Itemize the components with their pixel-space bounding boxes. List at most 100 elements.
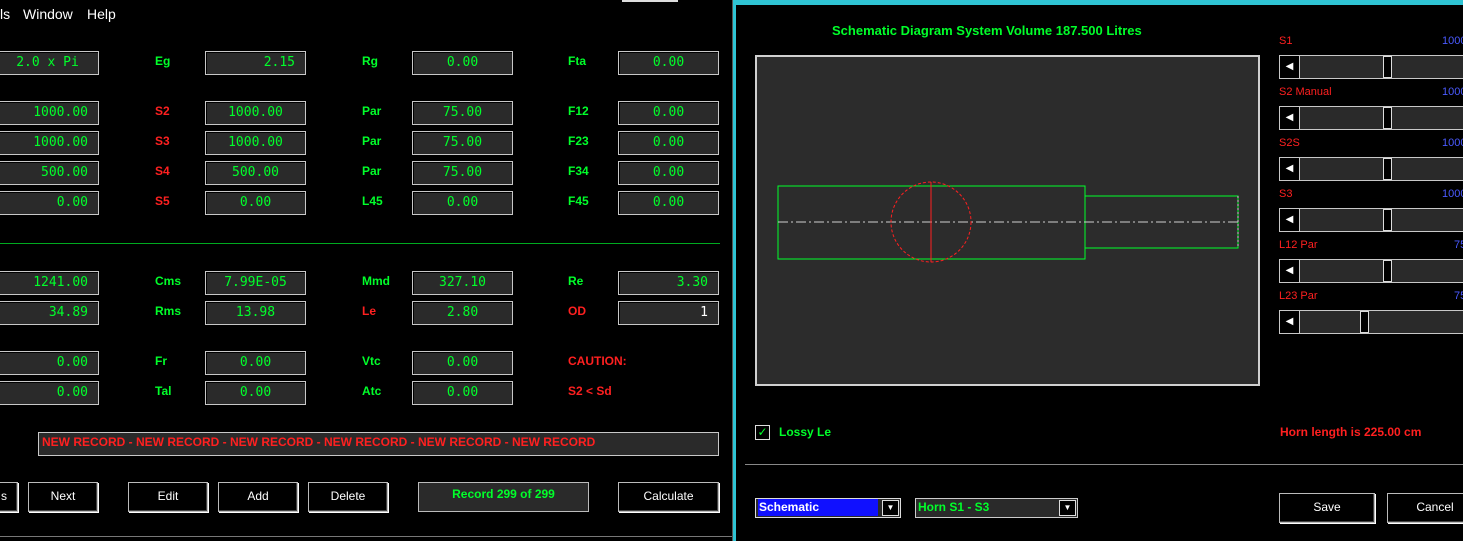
field-rg[interactable]: 0.00: [412, 51, 513, 75]
field-s3-left[interactable]: 500.00: [0, 161, 99, 185]
horn-length-text: Horn length is 225.00 cm: [1280, 425, 1422, 439]
previous-button[interactable]: s: [0, 482, 18, 512]
view-select[interactable]: Schematic ▼: [755, 498, 901, 518]
field-s5[interactable]: 0.00: [205, 191, 306, 215]
left-arrow-icon[interactable]: ◀: [1280, 260, 1300, 282]
slider-thumb[interactable]: [1382, 158, 1392, 180]
checkmark-icon: ✓: [757, 425, 768, 439]
slider-s1[interactable]: ◀: [1279, 55, 1463, 79]
window-bottom-edge: [0, 536, 732, 537]
section-divider: [0, 243, 720, 244]
field-vtc[interactable]: 0.00: [412, 351, 513, 375]
left-arrow-icon[interactable]: ◀: [1280, 158, 1300, 180]
edit-button[interactable]: Edit: [128, 482, 208, 512]
menu-window[interactable]: Window: [23, 6, 73, 22]
chevron-down-icon[interactable]: ▼: [882, 500, 899, 516]
field-vrc[interactable]: 0.00: [0, 351, 99, 375]
record-status-bar: NEW RECORD - NEW RECORD - NEW RECORD - N…: [38, 432, 719, 456]
field-s1[interactable]: 1000.00: [0, 101, 99, 125]
label-f45: F45: [568, 194, 589, 208]
lossy-le-checkbox[interactable]: ✓: [755, 425, 770, 440]
menu-tools[interactable]: ls: [0, 6, 10, 22]
slider-value-l23: 75: [1454, 290, 1463, 302]
field-fta[interactable]: 0.00: [618, 51, 719, 75]
horn-parameters-window: ls Window Help 2.0 x Pi Eg 2.15 Rg 0.00 …: [0, 0, 733, 541]
title-bar-fragment: [622, 0, 678, 2]
slider-thumb[interactable]: [1382, 209, 1392, 231]
menu-help[interactable]: Help: [87, 6, 116, 22]
slider-label-s2: S2 Manual: [1279, 86, 1332, 98]
label-s4: S4: [155, 164, 170, 178]
label-rms: Rms: [155, 304, 182, 318]
field-lrc[interactable]: 0.00: [0, 381, 99, 405]
field-mmd[interactable]: 327.10: [412, 271, 513, 295]
delete-button[interactable]: Delete: [308, 482, 388, 512]
field-tal[interactable]: 0.00: [205, 381, 306, 405]
field-rms[interactable]: 13.98: [205, 301, 306, 325]
field-re[interactable]: 3.30: [618, 271, 719, 295]
field-s2[interactable]: 1000.00: [205, 101, 306, 125]
horn-select[interactable]: Horn S1 - S3 ▼: [915, 498, 1078, 518]
field-f34[interactable]: 0.00: [618, 161, 719, 185]
label-f23: F23: [568, 134, 589, 148]
cancel-button[interactable]: Cancel: [1387, 493, 1463, 523]
field-l45[interactable]: 0.00: [412, 191, 513, 215]
lossy-le-label[interactable]: Lossy Le: [779, 425, 831, 439]
slider-label-l23: L23 Par: [1279, 290, 1318, 302]
field-le[interactable]: 2.80: [412, 301, 513, 325]
left-arrow-icon[interactable]: ◀: [1280, 56, 1300, 78]
label-re: Re: [568, 274, 584, 288]
left-arrow-icon[interactable]: ◀: [1280, 107, 1300, 129]
field-sd[interactable]: 1241.00: [0, 271, 99, 295]
left-arrow-icon[interactable]: ◀: [1280, 311, 1300, 333]
footer-divider: [745, 464, 1463, 465]
field-par1[interactable]: 75.00: [412, 101, 513, 125]
label-s5: S5: [155, 194, 170, 208]
slider-thumb[interactable]: [1382, 260, 1392, 282]
save-button[interactable]: Save: [1279, 493, 1375, 523]
schematic-title: Schematic Diagram System Volume 187.500 …: [832, 23, 1142, 38]
schematic-diagram: [755, 55, 1260, 386]
slider-l12[interactable]: ◀: [1279, 259, 1463, 283]
field-s2-left[interactable]: 1000.00: [0, 131, 99, 155]
slider-s3[interactable]: ◀: [1279, 208, 1463, 232]
field-ang[interactable]: 2.0 x Pi: [0, 51, 99, 75]
field-atc[interactable]: 0.00: [412, 381, 513, 405]
label-cms: Cms: [155, 274, 182, 288]
slider-thumb[interactable]: [1382, 107, 1392, 129]
field-f12[interactable]: 0.00: [618, 101, 719, 125]
slider-s2s[interactable]: ◀: [1279, 157, 1463, 181]
label-vtc: Vtc: [362, 354, 381, 368]
slider-label-s2s: S2S: [1279, 137, 1300, 149]
field-cms[interactable]: 7.99E-05: [205, 271, 306, 295]
field-od[interactable]: 1: [618, 301, 719, 325]
calculate-button[interactable]: Calculate: [618, 482, 719, 512]
field-fr[interactable]: 0.00: [205, 351, 306, 375]
field-s4[interactable]: 500.00: [205, 161, 306, 185]
slider-value-l12: 75: [1454, 239, 1463, 251]
left-arrow-icon[interactable]: ◀: [1280, 209, 1300, 231]
label-fr: Fr: [155, 354, 167, 368]
field-bl[interactable]: 34.89: [0, 301, 99, 325]
slider-l23[interactable]: ◀: [1279, 310, 1463, 334]
caution-label: CAUTION:: [568, 354, 627, 368]
caution-message: S2 < Sd: [568, 384, 612, 398]
menu-bar: ls Window Help: [0, 0, 732, 26]
slider-value-s2: 1000: [1442, 86, 1463, 98]
field-s3[interactable]: 1000.00: [205, 131, 306, 155]
add-button[interactable]: Add: [218, 482, 298, 512]
field-eg[interactable]: 2.15: [205, 51, 306, 75]
next-button[interactable]: Next: [28, 482, 98, 512]
label-f34: F34: [568, 164, 589, 178]
field-par3[interactable]: 75.00: [412, 161, 513, 185]
field-f23[interactable]: 0.00: [618, 131, 719, 155]
field-f45[interactable]: 0.00: [618, 191, 719, 215]
label-fta: Fta: [568, 54, 586, 68]
slider-s2[interactable]: ◀: [1279, 106, 1463, 130]
field-l34[interactable]: 0.00: [0, 191, 99, 215]
chevron-down-icon[interactable]: ▼: [1059, 500, 1076, 516]
field-par2[interactable]: 75.00: [412, 131, 513, 155]
slider-thumb[interactable]: [1382, 56, 1392, 78]
label-s3: S3: [155, 134, 170, 148]
slider-thumb[interactable]: [1360, 311, 1369, 333]
